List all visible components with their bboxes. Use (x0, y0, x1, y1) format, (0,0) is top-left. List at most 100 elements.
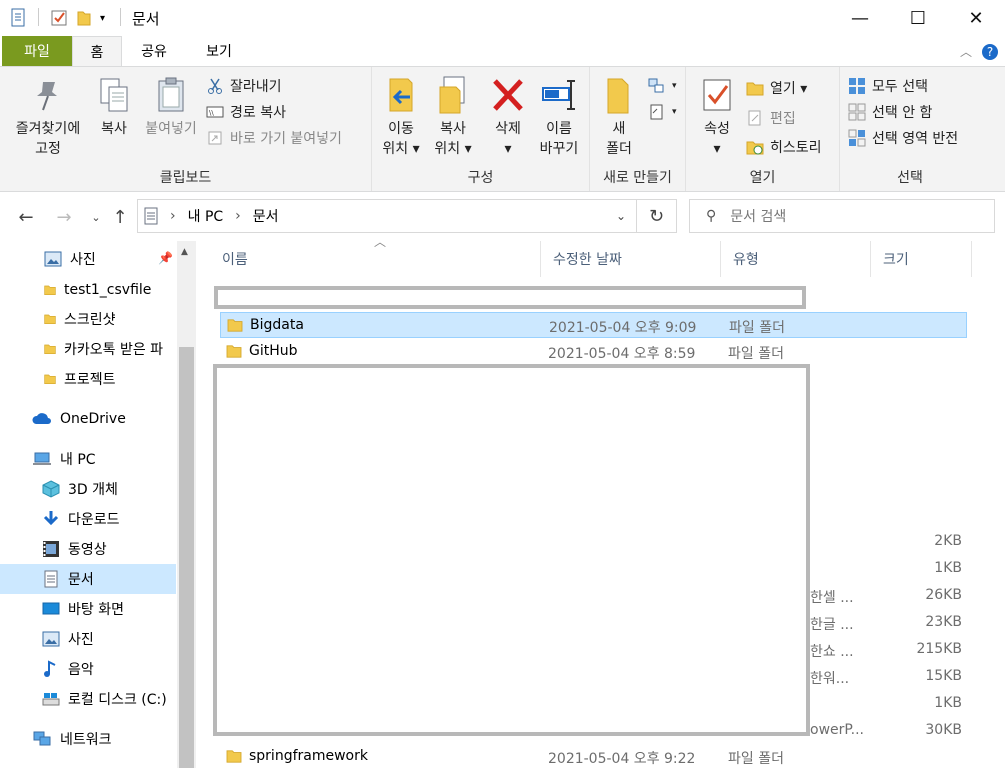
easy-access-button[interactable]: ▾ (648, 101, 677, 123)
navigation-pane: 사진 📌 test1_csvfile 스크린샷 카카오톡 받은 파 프로젝트 O… (0, 241, 196, 768)
maximize-button[interactable]: ☐ (889, 0, 947, 36)
new-folder-label-1: 새 (612, 121, 626, 137)
file-size: 215KB (916, 641, 962, 657)
folder-icon (227, 319, 243, 332)
open-label: 열기 ▾ (770, 81, 808, 97)
organize-group-label: 구성 (467, 170, 494, 186)
move-to-button[interactable]: 이동 위치 ▾ (376, 73, 426, 159)
qa-dropdown-icon[interactable]: ▾ (100, 8, 105, 28)
open-button[interactable]: 열기 ▾ (746, 77, 807, 99)
tab-file[interactable]: 파일 (2, 36, 72, 66)
select-none-icon (848, 103, 866, 121)
file-size: 23KB (925, 614, 962, 630)
search-box[interactable]: ⚲ 문서 검색 (689, 199, 995, 233)
select-none-button[interactable]: 선택 안 함 (848, 101, 932, 123)
nav-item-desktop[interactable]: 바탕 화면 (0, 594, 176, 624)
nav-item-kakaotalk[interactable]: 카카오톡 받은 파 (0, 334, 176, 364)
address-dropdown-icon[interactable]: ⌄ (616, 209, 626, 223)
navpane-scrollbar[interactable]: ▲ (177, 241, 196, 768)
nav-item-local-disk[interactable]: 로컬 디스크 (C:) (0, 684, 176, 714)
properties-check-icon[interactable] (50, 8, 68, 28)
paste-label: 붙여넣기 (145, 121, 197, 137)
pin-icon: 📌 (158, 251, 173, 265)
paste-button[interactable]: 붙여넣기 (138, 73, 204, 139)
recent-locations-chevron-icon[interactable]: ⌄ (84, 205, 108, 229)
rename-button[interactable]: 이름 바꾸기 (534, 73, 584, 159)
new-folder-qa-icon[interactable] (76, 8, 92, 28)
file-type: 한셀 ... (810, 590, 854, 606)
tab-home[interactable]: 홈 (72, 36, 122, 67)
paste-shortcut-label: 바로 가기 붙여넣기 (230, 131, 342, 147)
nav-item-downloads[interactable]: 다운로드 (0, 504, 176, 534)
redacted-region (213, 364, 810, 736)
nav-item-this-pc[interactable]: 내 PC (0, 444, 176, 474)
back-arrow-icon[interactable]: ← (14, 205, 38, 229)
history-icon (746, 138, 764, 156)
nav-item-videos[interactable]: 동영상 (0, 534, 176, 564)
properties-button[interactable]: 속성 ▾ (694, 73, 740, 159)
tab-share[interactable]: 공유 (128, 36, 180, 66)
delete-dropdown: ▾ (504, 141, 512, 157)
qa-separator (120, 8, 121, 26)
invert-selection-button[interactable]: 선택 영역 반전 (848, 127, 958, 149)
column-header-name[interactable]: 이름 ︿ (210, 235, 541, 277)
scissors-icon (206, 77, 224, 95)
up-arrow-icon[interactable]: ↑ (108, 205, 132, 229)
svg-text:\\: \\ (209, 109, 214, 117)
edit-button[interactable]: 편집 (746, 107, 796, 129)
file-date: 2021-05-04 오후 9:09 (549, 320, 697, 336)
copy-path-icon: \\ (206, 103, 224, 121)
file-size: 1KB (934, 560, 962, 576)
nav-item-pictures[interactable]: 사진 (0, 624, 176, 654)
close-button[interactable]: ✕ (947, 0, 1005, 36)
nav-item-pictures-pinned[interactable]: 사진 (0, 244, 176, 274)
pin-to-quick-access-button[interactable]: 즐겨찾기에 고정 (8, 73, 88, 159)
select-all-icon (848, 77, 866, 95)
open-folder-icon (746, 79, 764, 97)
new-item-button[interactable]: ▾ (648, 75, 677, 97)
nav-item-project[interactable]: 프로젝트 (0, 364, 176, 394)
nav-item-test1-csvfile[interactable]: test1_csvfile (0, 275, 176, 305)
breadcrumb-documents[interactable]: 문서 (253, 206, 279, 226)
select-all-button[interactable]: 모두 선택 (848, 75, 928, 97)
delete-button[interactable]: 삭제 ▾ (484, 73, 532, 159)
table-row[interactable]: Bigdata 2021-05-04 오후 9:09 파일 폴더 (220, 312, 967, 338)
copy-path-button[interactable]: \\ 경로 복사 (206, 101, 286, 123)
table-row[interactable]: GitHub 2021-05-04 오후 8:59 파일 폴더 (220, 339, 967, 365)
column-header-size[interactable]: 크기 (871, 241, 972, 277)
file-type: 파일 폴더 (728, 346, 784, 362)
help-icon[interactable]: ? (980, 42, 1000, 62)
refresh-button[interactable]: ↻ (637, 199, 677, 233)
column-header-date[interactable]: 수정한 날짜 (541, 241, 721, 277)
table-row[interactable]: springframework 2021-05-04 오후 9:22 파일 폴더 (220, 744, 967, 768)
file-type: 파일 폴더 (729, 320, 785, 336)
breadcrumb-separator: › (170, 208, 176, 224)
new-folder-button[interactable]: 새 폴더 (596, 73, 642, 159)
paste-shortcut-button[interactable]: 바로 가기 붙여넣기 (206, 127, 342, 149)
nav-item-network[interactable]: 네트워크 (0, 724, 176, 754)
cut-button[interactable]: 잘라내기 (206, 75, 282, 97)
breadcrumb-this-pc[interactable]: 내 PC (188, 206, 224, 226)
forward-arrow-icon[interactable]: → (52, 205, 76, 229)
copy-button[interactable]: 복사 (92, 73, 136, 139)
scroll-up-icon[interactable]: ▲ (181, 247, 188, 257)
video-icon (43, 541, 59, 557)
history-button[interactable]: 히스토리 (746, 136, 822, 158)
app-document-icon[interactable] (10, 8, 28, 28)
column-header-type[interactable]: 유형 (721, 241, 871, 277)
rename-label-2: 바꾸기 (539, 141, 579, 157)
tab-view[interactable]: 보기 (192, 36, 246, 66)
nav-item-music[interactable]: 음악 (0, 654, 176, 684)
nav-item-3d-objects[interactable]: 3D 개체 (0, 474, 176, 504)
nav-item-screenshots[interactable]: 스크린샷 (0, 304, 176, 334)
nav-item-onedrive[interactable]: OneDrive (0, 404, 176, 434)
collapse-ribbon-icon[interactable]: ︿ (956, 36, 976, 66)
copy-to-button[interactable]: 복사 위치 ▾ (428, 73, 478, 159)
nav-item-documents[interactable]: 문서 (0, 564, 176, 594)
address-bar[interactable]: › 내 PC › 문서 ⌄ (137, 199, 637, 233)
open-group: 속성 ▾ 열기 ▾ 편집 히스토리 열기 (686, 67, 840, 191)
minimize-button[interactable]: — (831, 0, 889, 36)
navpane-scrollbar-thumb[interactable] (179, 347, 194, 768)
copy-label: 복사 (101, 121, 127, 137)
file-name: GitHub (249, 343, 298, 359)
